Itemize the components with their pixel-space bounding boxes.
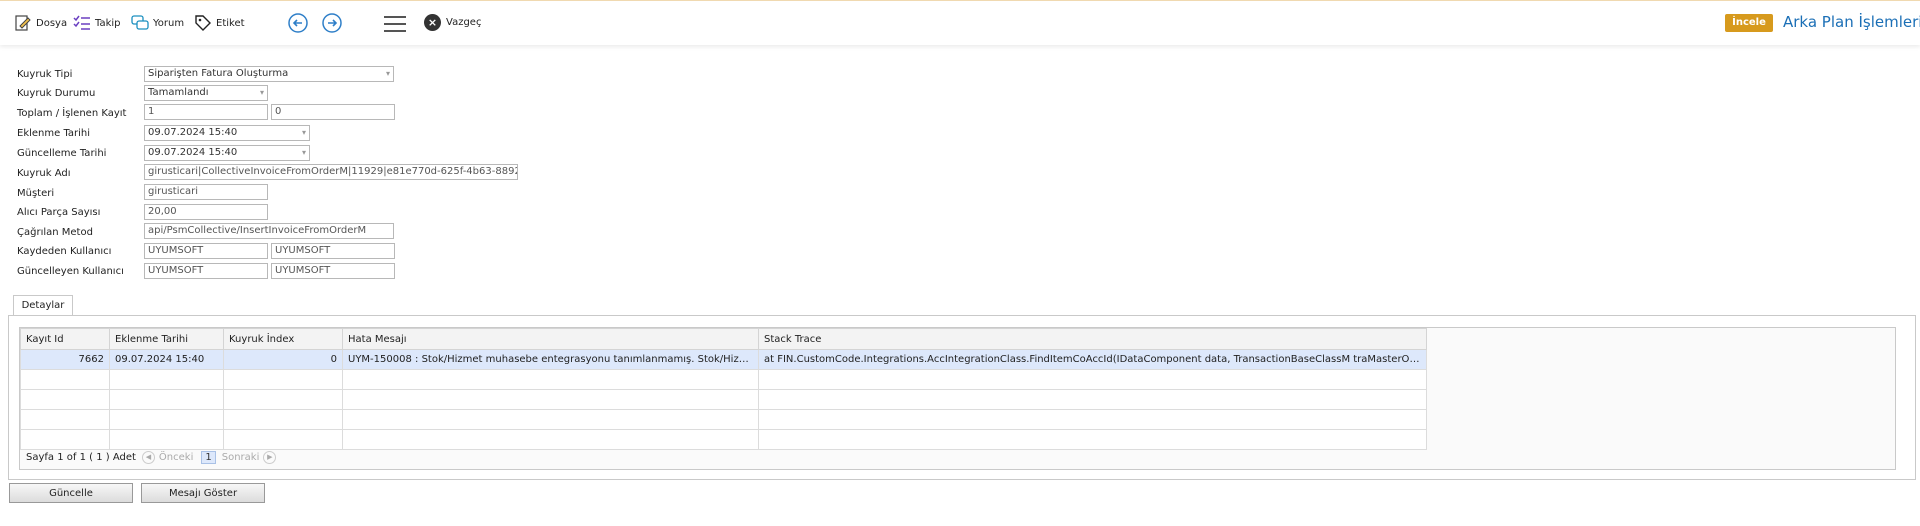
- guncelleme-tarihi-field[interactable]: 09.07.2024 15:40: [144, 145, 310, 161]
- guncelleme-tarihi-label: Güncelleme Tarihi: [17, 148, 107, 159]
- chat-icon: [131, 14, 149, 32]
- alici-parca-label: Alıcı Parça Sayısı: [17, 207, 101, 218]
- cagrilan-metod-field[interactable]: api/PsmCollective/InsertInvoiceFromOrder…: [144, 223, 394, 239]
- kuyruk-durumu-label: Kuyruk Durumu: [17, 88, 96, 99]
- guncelleyen-label: Güncelleyen Kullanıcı: [17, 266, 124, 277]
- table-row-empty: [20, 369, 1427, 390]
- next-label: Sonraki: [221, 452, 260, 463]
- chevron-right-icon: ▶: [263, 451, 277, 464]
- toplam-islenen-label: Toplam / İşlenen Kayıt: [17, 108, 127, 119]
- mesaj-goster-button[interactable]: Mesajı Göster: [141, 483, 265, 503]
- yorum-label: Yorum: [153, 17, 185, 29]
- alici-parca-field[interactable]: 20,00: [144, 204, 268, 220]
- arrow-left-icon: [288, 13, 308, 33]
- islenen-kayit-field[interactable]: 0: [271, 104, 395, 120]
- prev-page-button[interactable]: ◀ Önceki: [141, 451, 194, 464]
- vazgec-button[interactable]: × Vazgeç: [424, 14, 481, 31]
- cell-kayit-id: 7662: [20, 349, 110, 370]
- col-kayit-id[interactable]: Kayıt Id: [20, 328, 110, 350]
- dosya-button[interactable]: Dosya: [14, 14, 67, 32]
- next-page-button[interactable]: Sonraki ▶: [222, 451, 277, 464]
- cell-hata-mesaji: UYM-150008 : Stok/Hizmet muhasebe entegr…: [342, 349, 759, 370]
- cell-eklenme-tarihi: 09.07.2024 15:40: [109, 349, 224, 370]
- yorum-button[interactable]: Yorum: [131, 14, 184, 32]
- kaydeden-label: Kaydeden Kullanıcı: [17, 246, 112, 257]
- cagrilan-metod-label: Çağrılan Metod: [17, 227, 93, 238]
- toplam-kayit-field[interactable]: 1: [144, 104, 268, 120]
- pager-info: Sayfa 1 of 1 ( 1 ) Adet: [26, 452, 136, 463]
- vazgec-label: Vazgeç: [446, 17, 482, 28]
- guncelleyen-field-1[interactable]: UYUMSOFT: [144, 263, 268, 279]
- eklenme-tarihi-field[interactable]: 09.07.2024 15:40: [144, 125, 310, 141]
- musteri-label: Müşteri: [17, 188, 55, 199]
- cell-kuyruk-index: 0: [223, 349, 343, 370]
- col-stack-trace[interactable]: Stack Trace: [758, 328, 1427, 350]
- takip-button[interactable]: Takip: [73, 14, 121, 32]
- table-row-empty: [20, 389, 1427, 410]
- kaydeden-field-1[interactable]: UYUMSOFT: [144, 243, 268, 259]
- menu-icon[interactable]: [384, 16, 406, 32]
- kuyruk-adi-field[interactable]: girusticari|CollectiveInvoiceFromOrderM|…: [144, 164, 518, 180]
- table-row-empty: [20, 409, 1427, 430]
- col-kuyruk-index[interactable]: Kuyruk İndex: [223, 328, 343, 350]
- toolbar: Dosya Takip Yorum Etiket × Vazgeç İncele…: [0, 0, 1920, 45]
- etiket-label: Etiket: [216, 17, 245, 29]
- kaydeden-field-2[interactable]: UYUMSOFT: [271, 243, 395, 259]
- page-title: Arka Plan İşlemleri: [1783, 13, 1920, 31]
- tag-icon: [194, 14, 212, 32]
- table-row[interactable]: 7662 09.07.2024 15:40 0 UYM-150008 : Sto…: [20, 349, 1427, 370]
- kuyruk-tipi-label: Kuyruk Tipi: [17, 69, 73, 80]
- document-edit-icon: [14, 14, 32, 32]
- col-hata-mesaji[interactable]: Hata Mesajı: [342, 328, 759, 350]
- pager: Sayfa 1 of 1 ( 1 ) Adet ◀ Önceki 1 Sonra…: [26, 451, 277, 464]
- guncelleyen-field-2[interactable]: UYUMSOFT: [271, 263, 395, 279]
- tab-detaylar[interactable]: Detaylar: [13, 295, 73, 316]
- back-button[interactable]: [288, 13, 308, 33]
- cell-stack-trace: at FIN.CustomCode.Integrations.AccIntegr…: [758, 349, 1427, 370]
- kuyruk-durumu-select[interactable]: Tamamlandı: [144, 85, 268, 101]
- forward-button[interactable]: [322, 13, 342, 33]
- chevron-left-icon: ◀: [141, 451, 155, 464]
- checklist-icon: [73, 14, 91, 32]
- table-row-empty: [20, 429, 1427, 450]
- detail-grid: Kayıt Id Eklenme Tarihi Kuyruk İndex Hat…: [20, 328, 1427, 450]
- prev-label: Önceki: [158, 452, 194, 463]
- incele-button[interactable]: İncele: [1725, 14, 1773, 32]
- grid-header-row: Kayıt Id Eklenme Tarihi Kuyruk İndex Hat…: [20, 328, 1427, 350]
- takip-label: Takip: [95, 17, 121, 29]
- etiket-button[interactable]: Etiket: [194, 14, 245, 32]
- arrow-right-icon: [322, 13, 342, 33]
- close-icon: ×: [424, 14, 441, 31]
- current-page[interactable]: 1: [201, 451, 216, 464]
- kuyruk-adi-label: Kuyruk Adı: [17, 168, 71, 179]
- dosya-label: Dosya: [36, 17, 68, 29]
- eklenme-tarihi-label: Eklenme Tarihi: [17, 128, 91, 139]
- kuyruk-tipi-select[interactable]: Siparişten Fatura Oluşturma: [144, 66, 394, 82]
- musteri-field[interactable]: girusticari: [144, 184, 268, 200]
- col-eklenme-tarihi[interactable]: Eklenme Tarihi: [109, 328, 224, 350]
- guncelle-button[interactable]: Güncelle: [9, 483, 133, 503]
